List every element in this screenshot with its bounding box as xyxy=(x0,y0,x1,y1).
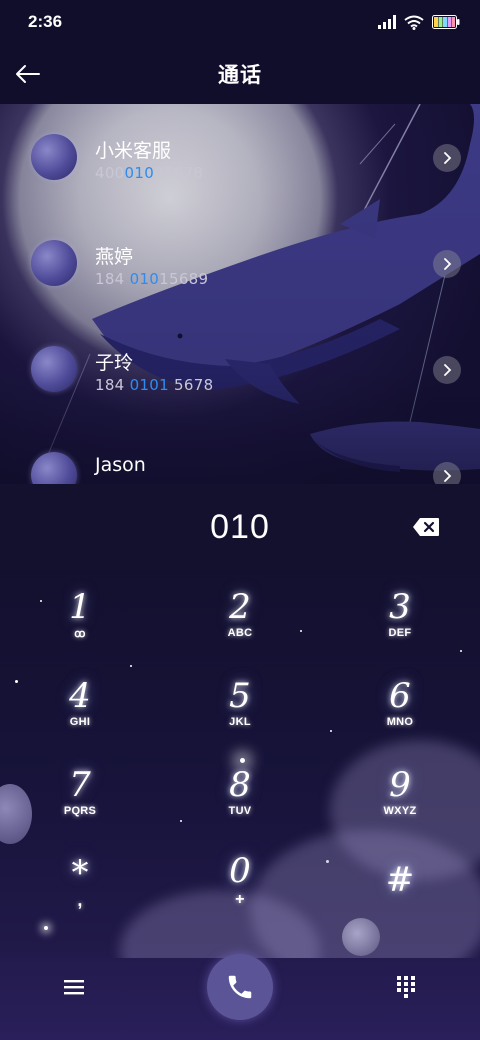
contact-detail-button[interactable] xyxy=(433,356,461,384)
key-digit: 4 xyxy=(69,676,91,716)
key-digit: 6 xyxy=(389,676,411,716)
dialpad-icon xyxy=(397,976,415,998)
key-letters: MNO xyxy=(386,716,414,728)
star-decoration xyxy=(44,926,48,930)
dialpad-button[interactable] xyxy=(390,972,422,1002)
menu-button[interactable] xyxy=(58,972,90,1002)
signal-icon xyxy=(378,15,396,29)
key-letters: WXYZ xyxy=(383,805,417,817)
key-digit: 9 xyxy=(389,765,411,805)
bottom-bar xyxy=(0,954,480,1040)
key-1[interactable]: 1 ꝏ xyxy=(0,570,160,658)
status-icons xyxy=(378,15,460,30)
key-8[interactable]: 8 TUV xyxy=(160,748,320,836)
header: 通话 xyxy=(0,44,480,104)
voicemail-icon: ꝏ xyxy=(74,627,86,640)
avatar xyxy=(31,134,77,180)
contact-item[interactable]: 小米客服 40001005678 xyxy=(0,104,480,210)
contact-name: Jason xyxy=(95,454,146,476)
page-title: 通话 xyxy=(218,63,262,87)
key-digit: 7 xyxy=(69,765,91,805)
key-digit: 5 xyxy=(229,676,251,716)
chevron-right-icon xyxy=(444,258,452,270)
contact-name: 子玲 xyxy=(95,352,134,374)
key-letters: GHI xyxy=(69,716,91,728)
contact-list[interactable]: 小米客服 40001005678 燕婷 184 01015689 子玲 184 … xyxy=(0,104,480,484)
contact-item[interactable]: 子玲 184 0101 5678 xyxy=(0,316,480,422)
key-hash[interactable]: # xyxy=(320,837,480,925)
contact-item[interactable]: Jason xyxy=(0,422,480,484)
key-9[interactable]: 9 WXYZ xyxy=(320,748,480,836)
avatar xyxy=(31,240,77,286)
dialed-number: 010 xyxy=(210,507,270,546)
back-button[interactable] xyxy=(8,54,48,94)
number-display: 010 xyxy=(0,484,480,570)
key-digit: * xyxy=(71,853,89,893)
backspace-icon xyxy=(413,518,439,536)
key-letters: ABC xyxy=(227,627,253,639)
avatar xyxy=(31,346,77,392)
contact-item[interactable]: 燕婷 184 01015689 xyxy=(0,210,480,316)
keypad: 1 ꝏ 2 ABC 3 DEF 4 GHI 5 JKL 6 MNO 7 PQRS… xyxy=(0,570,480,958)
key-digit: # xyxy=(385,860,415,900)
key-6[interactable]: 6 MNO xyxy=(320,659,480,747)
key-letters: JKL xyxy=(229,716,251,728)
key-digit: 2 xyxy=(229,587,251,627)
chevron-right-icon xyxy=(444,364,452,376)
key-letters: , xyxy=(77,890,83,910)
chevron-right-icon xyxy=(444,152,452,164)
status-time: 2:36 xyxy=(28,12,63,31)
key-digit: 8 xyxy=(229,765,251,805)
key-letters: TUV xyxy=(228,805,252,817)
key-2[interactable]: 2 ABC xyxy=(160,570,320,658)
key-digit: 0 xyxy=(229,851,251,891)
contact-detail-button[interactable] xyxy=(433,144,461,172)
back-arrow-icon xyxy=(16,65,40,83)
key-letters: PQRS xyxy=(63,805,97,817)
status-bar: 2:36 xyxy=(0,0,480,44)
key-4[interactable]: 4 GHI xyxy=(0,659,160,747)
phone-icon xyxy=(228,975,252,999)
key-digit: 1 xyxy=(69,586,91,627)
key-digit: 3 xyxy=(389,587,411,627)
contact-name: 小米客服 xyxy=(95,140,172,162)
call-button[interactable] xyxy=(207,954,273,1020)
backspace-button[interactable] xyxy=(410,514,442,540)
key-3[interactable]: 3 DEF xyxy=(320,570,480,658)
contact-number: 184 0101 5678 xyxy=(95,376,214,394)
key-0[interactable]: 0 + xyxy=(160,837,320,925)
key-letters: DEF xyxy=(388,627,412,639)
contact-detail-button[interactable] xyxy=(433,462,461,484)
contact-detail-button[interactable] xyxy=(433,250,461,278)
key-star[interactable]: * , xyxy=(0,837,160,925)
contact-number: 184 01015689 xyxy=(95,270,209,288)
wifi-icon xyxy=(404,15,424,30)
key-5[interactable]: 5 JKL xyxy=(160,659,320,747)
battery-icon xyxy=(432,15,460,29)
contact-number: 40001005678 xyxy=(95,164,204,182)
chevron-right-icon xyxy=(444,470,452,482)
key-7[interactable]: 7 PQRS xyxy=(0,748,160,836)
key-letters: + xyxy=(235,891,245,908)
contact-name: 燕婷 xyxy=(95,246,134,268)
avatar xyxy=(31,452,77,484)
menu-icon xyxy=(64,980,84,995)
